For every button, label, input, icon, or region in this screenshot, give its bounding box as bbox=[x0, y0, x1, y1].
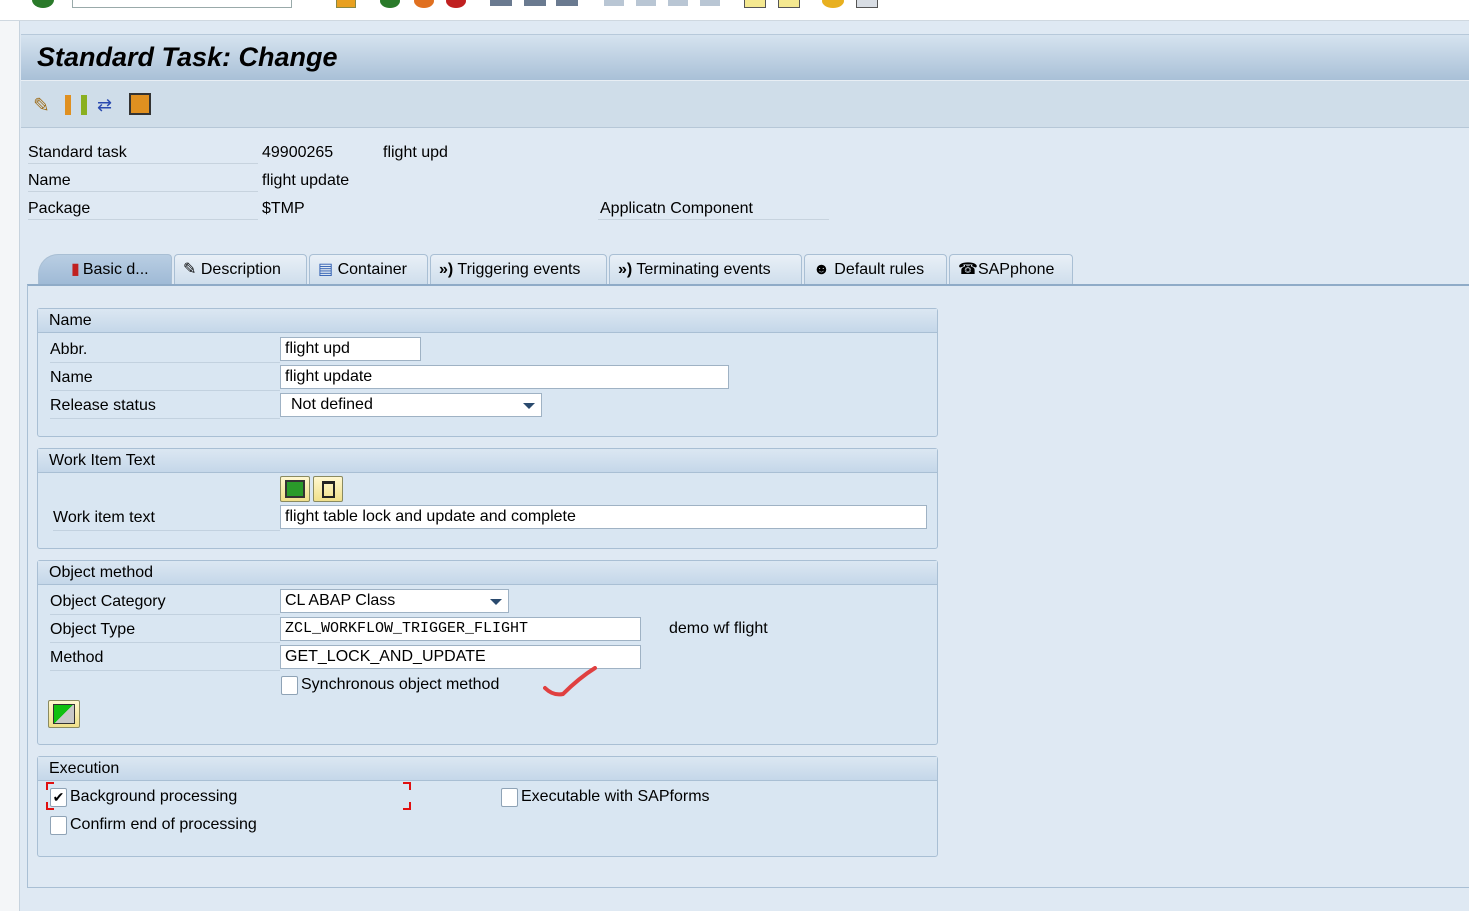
enter-icon[interactable] bbox=[32, 0, 54, 8]
where-used-icon[interactable]: ⇄ bbox=[97, 95, 121, 115]
tab-description[interactable]: ✎ Description bbox=[174, 254, 307, 284]
confirm-end-label: Confirm end of processing bbox=[70, 816, 257, 833]
abbr-input[interactable]: flight upd bbox=[280, 337, 421, 361]
name-input[interactable]: flight update bbox=[280, 365, 729, 389]
first-page-icon[interactable] bbox=[604, 0, 624, 6]
group-title: Object method bbox=[38, 561, 937, 585]
chevron-down-icon bbox=[523, 403, 535, 409]
name-group: Name Abbr. flight upd Name flight update… bbox=[37, 308, 938, 437]
last-page-icon[interactable] bbox=[700, 0, 720, 6]
work-item-text-label: Work item text bbox=[53, 505, 280, 531]
standard-task-label: Standard task bbox=[28, 142, 258, 164]
synchronous-checkbox[interactable] bbox=[281, 676, 298, 695]
title-bar: Standard Task: Change bbox=[21, 34, 1469, 80]
method-label: Method bbox=[50, 645, 280, 671]
red-checkmark-annotation bbox=[543, 666, 597, 697]
event-icon: ») bbox=[618, 261, 633, 278]
object-category-select[interactable]: CL ABAP Class bbox=[280, 589, 509, 613]
standard-task-id: 49900265 bbox=[262, 144, 334, 161]
work-item-text-input[interactable]: flight table lock and update and complet… bbox=[280, 505, 927, 529]
command-field[interactable] bbox=[72, 0, 292, 8]
tab-label: Container bbox=[337, 261, 407, 278]
tab-sapphone[interactable]: ☎SAPphone bbox=[949, 254, 1073, 284]
default-rules-icon: ☻ bbox=[813, 261, 830, 278]
event-icon: ») bbox=[439, 261, 454, 278]
help-icon[interactable] bbox=[822, 0, 844, 8]
tab-label: Default rules bbox=[834, 261, 925, 278]
next-page-icon[interactable] bbox=[668, 0, 688, 6]
new-session-icon[interactable] bbox=[744, 0, 766, 8]
shortcut-icon[interactable] bbox=[778, 0, 800, 8]
confirm-end-checkbox[interactable] bbox=[50, 816, 67, 835]
tab-default-rules[interactable]: ☻ Default rules bbox=[804, 254, 947, 284]
tab-label: Basic d... bbox=[82, 261, 149, 278]
work-item-text-group: Work Item Text Work item text flight tab… bbox=[37, 448, 938, 549]
selected-value: Not defined bbox=[291, 396, 373, 413]
abbr-label: Abbr. bbox=[50, 337, 280, 363]
find-next-icon[interactable] bbox=[556, 0, 578, 6]
edit-pencil-icon[interactable]: ✎ bbox=[33, 93, 57, 117]
tab-basic-data[interactable]: ▮ Basic d... bbox=[38, 254, 172, 284]
system-toolbar bbox=[0, 0, 1469, 21]
name-label: Name bbox=[50, 365, 280, 391]
object-type-label: Object Type bbox=[50, 617, 280, 643]
tab-label: SAPphone bbox=[977, 261, 1055, 278]
background-processing-label: Background processing bbox=[70, 788, 238, 805]
app-component-label: Applicatn Component bbox=[598, 198, 829, 220]
synchronous-label: Synchronous object method bbox=[301, 676, 500, 693]
back-icon[interactable] bbox=[380, 0, 400, 8]
group-title: Work Item Text bbox=[38, 449, 937, 473]
object-method-group: Object method Object Category CL ABAP Cl… bbox=[37, 560, 938, 745]
tab-label: Description bbox=[200, 261, 281, 278]
name-label: Name bbox=[28, 170, 258, 192]
name-value: flight update bbox=[262, 172, 350, 189]
page-title: Standard Task: Change bbox=[37, 42, 338, 72]
release-status-select[interactable]: Not defined bbox=[280, 393, 542, 417]
description-icon: ✎ bbox=[183, 261, 197, 278]
save-icon[interactable] bbox=[336, 0, 356, 8]
find-icon[interactable] bbox=[524, 0, 546, 6]
cancel-icon[interactable] bbox=[446, 0, 466, 8]
release-status-label: Release status bbox=[50, 393, 280, 419]
layout-menu-icon[interactable] bbox=[856, 0, 878, 8]
execution-group: Execution ✔ Background processing Confir… bbox=[37, 756, 938, 857]
basic-data-icon: ▮ bbox=[71, 261, 80, 278]
standard-task-abbr: flight upd bbox=[383, 144, 448, 161]
sapforms-checkbox[interactable] bbox=[501, 788, 518, 807]
red-annotation-corner bbox=[403, 802, 411, 810]
package-label: Package bbox=[28, 198, 258, 220]
group-title: Execution bbox=[38, 757, 937, 781]
tab-triggering-events[interactable]: ») Triggering events bbox=[430, 254, 607, 284]
package-value: $TMP bbox=[262, 200, 305, 217]
chevron-down-icon bbox=[490, 599, 502, 605]
sapforms-label: Executable with SAPforms bbox=[521, 788, 710, 805]
tab-label: Terminating events bbox=[636, 261, 771, 278]
group-title: Name bbox=[38, 309, 937, 333]
tab-container[interactable]: ▤ Container bbox=[309, 254, 428, 284]
container-icon: ▤ bbox=[318, 261, 334, 278]
trash-icon bbox=[322, 481, 335, 498]
left-border bbox=[0, 21, 20, 911]
object-overview-icon bbox=[53, 704, 75, 724]
hierarchy-icon[interactable] bbox=[65, 95, 87, 115]
copy-object-icon[interactable] bbox=[129, 93, 151, 115]
print-icon[interactable] bbox=[490, 0, 512, 6]
phone-icon: ☎ bbox=[958, 261, 978, 278]
object-type-description: demo wf flight bbox=[669, 620, 768, 637]
object-category-label: Object Category bbox=[50, 589, 280, 615]
selected-value: CL ABAP Class bbox=[285, 592, 396, 609]
exit-icon[interactable] bbox=[414, 0, 434, 8]
tab-label: Triggering events bbox=[457, 261, 581, 278]
object-method-detail-button[interactable] bbox=[48, 700, 80, 728]
tab-terminating-events[interactable]: ») Terminating events bbox=[609, 254, 802, 284]
previous-page-icon[interactable] bbox=[636, 0, 656, 6]
expression-icon bbox=[285, 480, 305, 498]
delete-button[interactable] bbox=[313, 476, 343, 502]
application-toolbar: ✎ ⇄ bbox=[21, 80, 1469, 128]
object-type-input[interactable]: ZCL_WORKFLOW_TRIGGER_FLIGHT bbox=[280, 617, 641, 641]
background-processing-checkbox[interactable]: ✔ bbox=[50, 788, 67, 807]
red-annotation-corner bbox=[403, 782, 411, 790]
insert-expression-button[interactable] bbox=[280, 476, 310, 502]
